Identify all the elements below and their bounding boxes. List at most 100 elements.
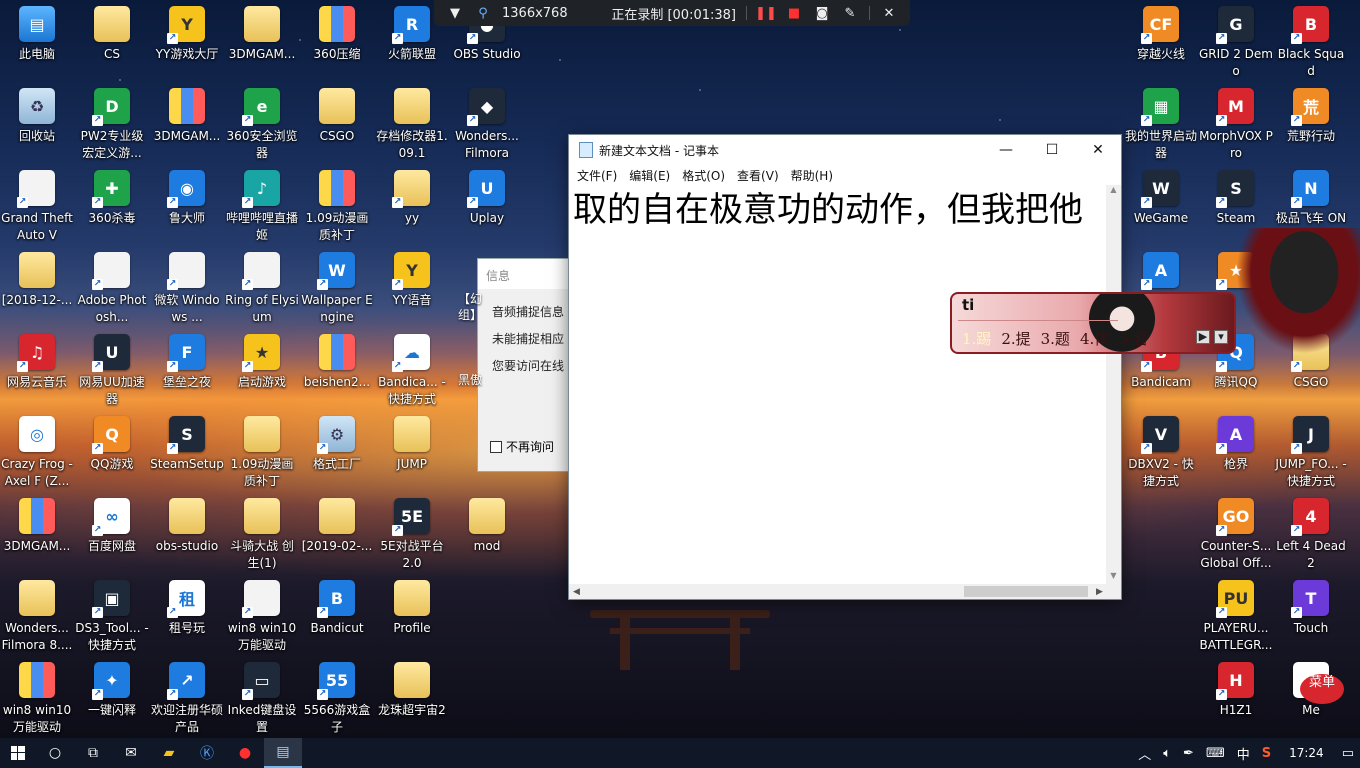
notifications-icon[interactable]: ▭ [1336,746,1360,761]
pen-icon[interactable]: ✒ [1177,746,1200,761]
clock[interactable]: 17:24 [1277,746,1336,760]
vertical-scrollbar[interactable]: ▲ ▼ [1106,185,1121,585]
desktop-icon[interactable]: ∞ ↗ 百度网盘 [75,492,149,572]
desktop-icon[interactable]: ♪ ↗ 哔哩哔哩直播姬 [225,164,299,244]
desktop-icon[interactable]: 3DMGAM... [0,492,74,572]
desktop-icon[interactable]: CSGO [300,82,374,162]
start-windows-icon[interactable] [0,738,36,768]
desktop-icon[interactable]: ↗ yy [375,164,449,244]
desktop-icon[interactable]: S ↗ SteamSetup [150,410,224,490]
scroll-down-icon[interactable]: ▼ [1106,571,1121,585]
desktop-icon[interactable]: M ↗ MorphVOX Pro [1199,82,1273,162]
sogou-icon[interactable]: S [1256,746,1277,761]
desktop-icon[interactable]: ◉ ↗ 鲁大师 [150,164,224,244]
desktop-icon[interactable]: U ↗ 网易UU加速器 [75,328,149,408]
record-app-icon[interactable]: ● [226,738,264,768]
desktop-icon[interactable]: ♻ 回收站 [0,82,74,162]
menu-edit[interactable]: 编辑(E) [623,167,676,184]
desktop-icon[interactable]: G ↗ GRID 2 Demo [1199,0,1273,80]
ime-candidate-window[interactable]: ti 1.踢 2.提 3.题 4.体 5.替 ▶ ▾ [950,292,1236,354]
file-explorer-icon[interactable]: ▰ [150,738,188,768]
input-language[interactable]: 中 [1231,744,1256,763]
desktop-icon[interactable]: U ↗ Uplay [450,164,524,244]
notepad-titlebar[interactable]: 新建文本文档 - 记事本 — ☐ ✕ [569,135,1121,165]
ime-candidate-2[interactable]: 2.提 [1001,328,1030,349]
desktop-icon[interactable]: mod [450,492,524,572]
desktop-icon[interactable]: JUMP [375,410,449,490]
desktop-icon[interactable]: ↗ Grand Theft Auto V [0,164,74,244]
desktop-icon[interactable]: ↗ win8 win10 万能驱动 [225,574,299,654]
desktop-icon[interactable]: 55 ↗ 5566游戏盒子 [300,656,374,736]
pencil-icon[interactable]: ✎ [841,4,859,22]
desktop-icon[interactable]: ☁ ↗ Bandica... - 快捷方式 [375,328,449,408]
desktop-icon[interactable]: 1.09动漫画质补丁 [300,164,374,244]
desktop-icon[interactable]: GO ↗ Counter-S... Global Off... [1199,492,1273,572]
desktop-icon[interactable]: [2019-02-... [300,492,374,572]
desktop-icon[interactable]: H ↗ H1Z1 [1199,656,1273,736]
desktop-icon[interactable]: 3DMGAM... [225,0,299,80]
ime-dropdown-icon[interactable]: ▾ [1214,330,1228,344]
desktop-icon[interactable]: 租 ↗ 租号玩 [150,574,224,654]
ime-candidate-4[interactable]: 4.体 [1080,328,1109,349]
desktop-icon[interactable]: 龙珠超宇宙2 [375,656,449,736]
desktop-icon[interactable]: ◆ ↗ Wonders... Filmora [450,82,524,162]
desktop-icon[interactable]: ↗ Ring of Elysium [225,246,299,326]
desktop-icon[interactable]: e ↗ 360安全浏览器 [225,82,299,162]
desktop-icon[interactable]: 存档修改器1.09.1 [375,82,449,162]
desktop-icon[interactable]: D ↗ PW2专业级宏定义游... [75,82,149,162]
keyboard-icon[interactable]: ⌨ [1200,746,1231,761]
pause-icon[interactable]: ❚❚ [755,4,777,22]
desktop-icon[interactable]: A ↗ 枪界 [1199,410,1273,490]
ime-candidate-5[interactable]: 5.替 [1119,328,1148,349]
desktop-icon[interactable]: ✚ ↗ 360杀毒 [75,164,149,244]
desktop-icon[interactable]: ↗ Adobe Photosh... [75,246,149,326]
desktop-icon[interactable]: V ↗ DBXV2 - 快捷方式 [1124,410,1198,490]
camera-icon[interactable]: ◙ [813,4,831,22]
desktop-icon[interactable]: Q ↗ QQ游戏 [75,410,149,490]
app-k-icon[interactable]: Ⓚ [188,738,226,768]
desktop-icon[interactable]: CS [75,0,149,80]
desktop-icon[interactable]: W ↗ Wallpaper Engine [300,246,374,326]
checkbox-box[interactable] [490,440,502,453]
notepad-text-area[interactable]: 取的自在极意功的动作，但我把他 [569,185,1107,585]
desktop-icon[interactable]: ↗ ↗ 欢迎注册华硕产品 [150,656,224,736]
pin-icon[interactable]: ⚲ [474,4,492,22]
desktop-icon[interactable]: Profile [375,574,449,654]
desktop-icon[interactable]: 斗骑大战 创生(1) [225,492,299,572]
desktop-icon[interactable]: PU ↗ PLAYERU... BATTLEGR... [1199,574,1273,654]
menu-view[interactable]: 查看(V) [731,167,785,184]
desktop-icon[interactable]: 4 ↗ Left 4 Dead 2 [1274,492,1348,572]
scroll-up-icon[interactable]: ▲ [1106,185,1121,199]
desktop-icon[interactable]: beishen2... [300,328,374,408]
horizontal-scroll-thumb[interactable] [964,586,1088,597]
desktop-icon[interactable]: Y ↗ YY语音 [375,246,449,326]
desktop-icon[interactable]: Y ↗ YY游戏大厅 [150,0,224,80]
desktop-icon[interactable]: obs-studio [150,492,224,572]
stop-icon[interactable]: ■ [785,4,803,22]
volume-icon[interactable]: 🔈︎ [1157,746,1177,761]
ime-candidate-1[interactable]: 1.踢 [962,328,991,349]
minimize-button[interactable]: — [983,135,1029,165]
horizontal-scrollbar[interactable]: ◀ ▶ [569,584,1107,599]
menu-format[interactable]: 格式(O) [676,167,731,184]
notepad-taskbar-icon[interactable]: ▤ [264,738,302,768]
desktop-icon[interactable]: ▦ ↗ 我的世界启动器 [1124,82,1198,162]
dont-ask-checkbox[interactable]: 不再询问 [490,438,554,455]
desktop-icon[interactable]: ▭ ↗ Inked键盘设置 [225,656,299,736]
cortana-icon[interactable]: ○ [36,738,74,768]
desktop-icon[interactable]: 5E ↗ 5E对战平台2.0 [375,492,449,572]
desktop-icon[interactable]: [2018-12-... [0,246,74,326]
desktop-icon[interactable]: win8 win10 万能驱动 [0,656,74,736]
maximize-button[interactable]: ☐ [1029,135,1075,165]
desktop-icon[interactable]: ▣ ↗ DS3_Tool... - 快捷方式 [75,574,149,654]
collapse-icon[interactable]: ▼ [446,4,464,22]
menu-bubble[interactable]: 菜单 [1280,668,1356,720]
desktop-icon[interactable]: 3DMGAM... [150,82,224,162]
desktop-icon[interactable]: Wonders... Filmora 8.... [0,574,74,654]
ime-next-page-icon[interactable]: ▶ [1196,330,1210,344]
desktop-icon[interactable]: 荒 ↗ 荒野行动 [1274,82,1348,162]
desktop-icon[interactable]: ★ ↗ 启动游戏 [225,328,299,408]
desktop-icon[interactable]: ▤ 此电脑 [0,0,74,80]
ime-candidate-3[interactable]: 3.题 [1041,328,1070,349]
mail-icon[interactable]: ✉ [112,738,150,768]
